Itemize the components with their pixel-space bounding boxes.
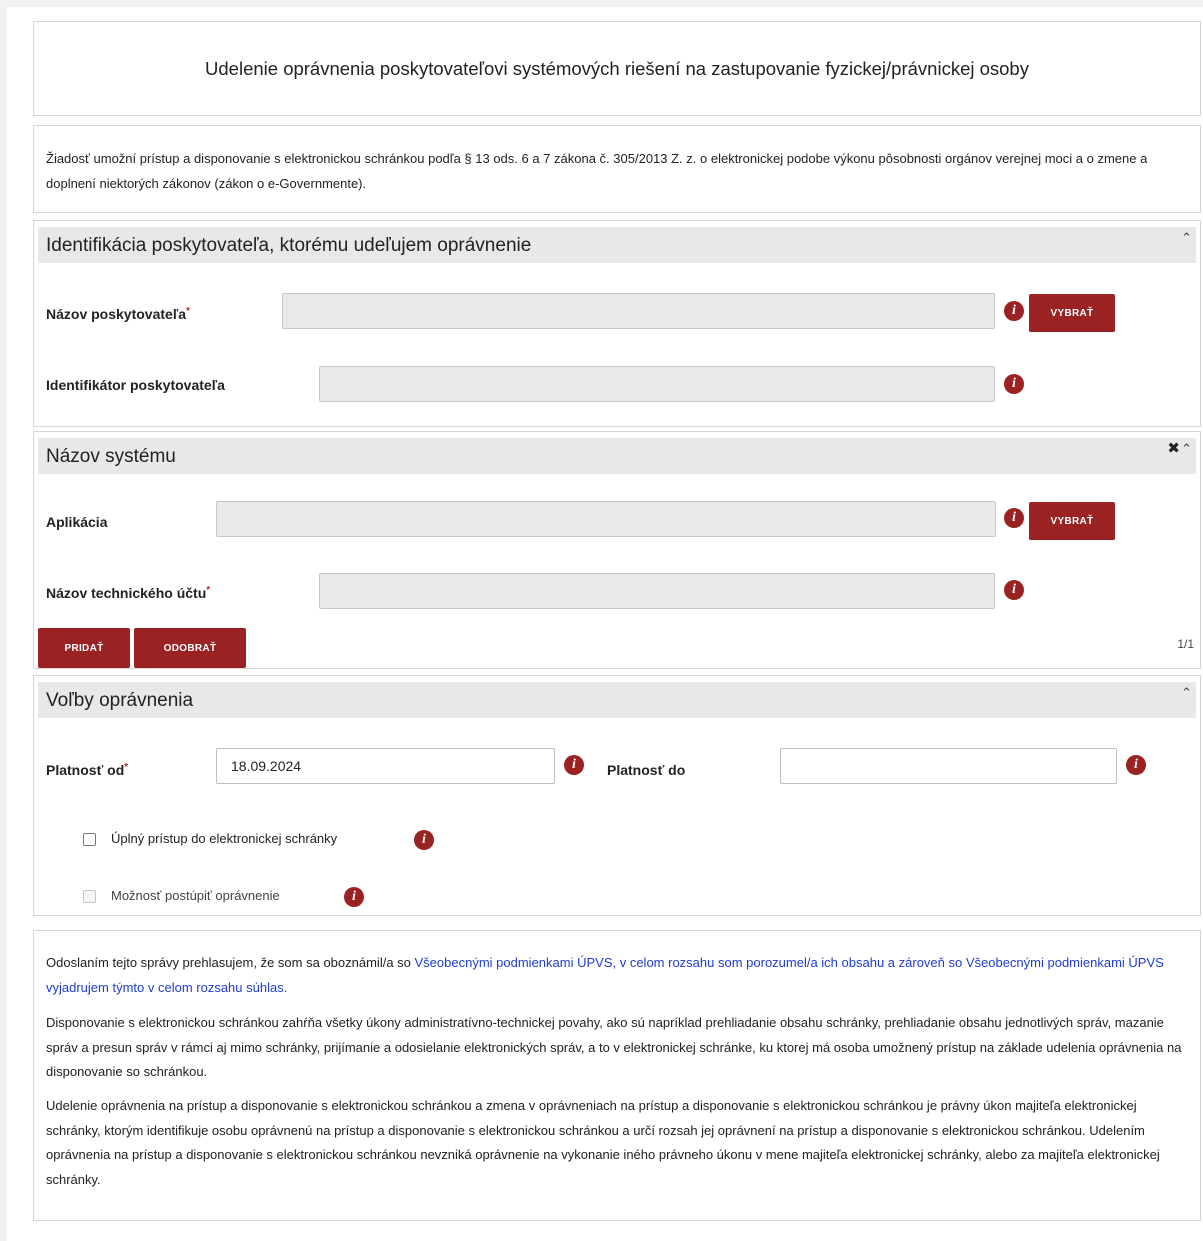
page-counter: 1/1 [1177,637,1194,651]
options-section-title: Voľby oprávnenia [46,690,194,711]
provider-id-label: Identifikátor poskytovateľa [46,377,225,393]
full-access-label: Úplný prístup do elektronickej schránky [111,831,338,846]
info-icon[interactable]: i [414,830,434,850]
application-label: Aplikácia [46,514,108,530]
info-icon[interactable]: i [1004,580,1024,600]
disposal-paragraph: Disponovanie s elektronickou schránkou z… [46,1015,1182,1079]
legal-act-paragraph: Udelenie oprávnenia na prístup a dispono… [46,1098,1160,1187]
select-application-button[interactable]: VYBRAŤ [1029,502,1115,540]
delegate-permission-checkbox[interactable] [83,890,96,903]
provider-name-label: Názov poskytovateľa* [46,306,190,322]
close-icon[interactable]: ✖ [1167,441,1180,457]
valid-from-input[interactable] [216,748,555,784]
caret-up-icon[interactable]: ⌃ [1181,231,1192,245]
provider-id-input[interactable] [319,366,995,402]
caret-up-icon[interactable]: ⌃ [1181,686,1192,700]
intro-text: Žiadosť umožní prístup a disponovanie s … [46,151,1148,191]
valid-from-label: Platnosť od* [46,762,129,778]
add-button[interactable]: PRIDAŤ [38,628,130,668]
full-access-checkbox[interactable] [83,833,96,846]
delegate-permission-label: Možnosť postúpiť oprávnenie [111,888,280,903]
select-provider-button[interactable]: VYBRAŤ [1029,294,1115,332]
valid-to-label: Platnosť do [607,762,686,778]
info-icon[interactable]: i [344,887,364,907]
form-title-box: Udelenie oprávnenia poskytovateľovi syst… [33,21,1201,116]
options-section-header[interactable]: Voľby oprávnenia ⌃ [38,682,1196,718]
required-marker: * [124,762,129,773]
system-section-title: Názov systému [46,446,176,467]
technical-account-label: Názov technického účtu* [46,585,211,601]
provider-section-title: Identifikácia poskytovateľa, ktorému ude… [46,235,532,256]
options-section: Voľby oprávnenia ⌃ Platnosť od* i Platno… [33,675,1201,916]
consent-prefix: Odoslaním tejto správy prehlasujem, že s… [46,955,415,970]
system-section: Názov systému ✖ ⌃ Aplikácia i VYBRAŤ Náz… [33,431,1201,669]
valid-to-input[interactable] [780,748,1117,784]
required-marker: * [186,306,190,317]
info-icon[interactable]: i [1004,508,1024,528]
provider-name-input[interactable] [282,293,995,329]
info-icon[interactable]: i [564,755,584,775]
remove-button[interactable]: ODOBRAŤ [134,628,246,668]
info-icon[interactable]: i [1004,301,1024,321]
form-title: Udelenie oprávnenia poskytovateľovi syst… [205,58,1029,79]
info-icon[interactable]: i [1004,374,1024,394]
required-marker: * [206,585,211,596]
application-input[interactable] [216,501,996,537]
consent-paragraph: Odoslaním tejto správy prehlasujem, že s… [46,951,1190,1000]
system-section-header[interactable]: Názov systému ✖ ⌃ [38,438,1196,474]
form-page: Udelenie oprávnenia poskytovateľovi syst… [7,7,1203,1241]
provider-section: Identifikácia poskytovateľa, ktorému ude… [33,220,1201,427]
technical-account-input[interactable] [319,573,995,609]
caret-up-icon[interactable]: ⌃ [1181,442,1192,456]
legal-notice-box: Odoslaním tejto správy prehlasujem, že s… [33,930,1201,1221]
intro-box: Žiadosť umožní prístup a disponovanie s … [33,125,1201,213]
provider-section-header[interactable]: Identifikácia poskytovateľa, ktorému ude… [38,227,1196,263]
info-icon[interactable]: i [1126,755,1146,775]
